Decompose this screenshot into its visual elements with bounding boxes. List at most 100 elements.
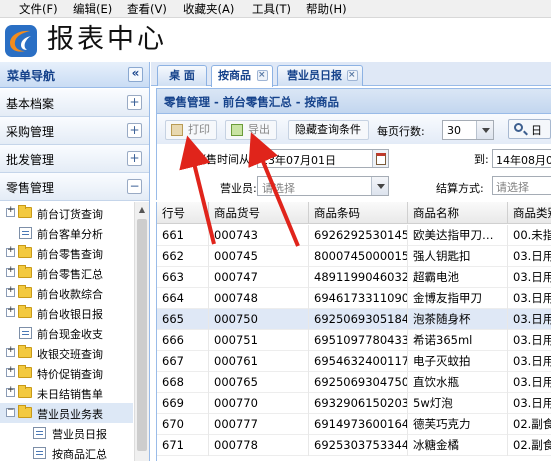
table-row[interactable]: 668 000765 6925069304750 直饮水瓶 03.日用: [157, 372, 551, 393]
scrollbar-thumb[interactable]: [137, 219, 147, 451]
menu-tools[interactable]: 工具(T): [252, 1, 291, 17]
date-from-field[interactable]: 13年07月01日: [257, 149, 389, 168]
table-row[interactable]: 662 000745 8000745000015 强人钥匙扣 03.日用: [157, 246, 551, 267]
tree-item[interactable]: + 前台订货查询: [0, 203, 133, 223]
tree-expand-icon[interactable]: +: [6, 345, 15, 357]
tree-item[interactable]: 营业员日报: [0, 423, 133, 443]
table-cell: 000765: [209, 372, 309, 393]
sidebar-section-purchase[interactable]: 采购管理 +: [0, 117, 149, 145]
table-row[interactable]: 667 000761 6954632400117 电子灭蚊拍 03.日用: [157, 351, 551, 372]
menu-favorites[interactable]: 收藏夹(A): [183, 1, 234, 17]
calendar-icon[interactable]: [372, 150, 388, 167]
sidebar-collapse-button[interactable]: «: [128, 66, 143, 82]
tree-expand-icon[interactable]: +: [6, 205, 15, 217]
table-row[interactable]: 664 000748 6946173311090 金博友指甲刀 03.日用: [157, 288, 551, 309]
date-to-field[interactable]: 14年08月0: [492, 149, 551, 168]
menu-help[interactable]: 帮助(H): [306, 1, 347, 17]
tree-item[interactable]: + 前台收银日报: [0, 303, 133, 323]
tree-item[interactable]: + 特价促销查询: [0, 363, 133, 383]
tree-expand-icon[interactable]: +: [6, 365, 15, 377]
tree-expand-icon[interactable]: +: [6, 245, 15, 257]
tree-item-label: 前台收银日报: [37, 308, 103, 321]
table-row[interactable]: 665 000750 6925069305184 泡茶随身杯 03.日用: [157, 309, 551, 330]
toggle-glyph: +: [7, 365, 15, 375]
folder-icon: [18, 365, 32, 378]
table-cell: 03.日用: [513, 249, 551, 263]
tree-expand-icon[interactable]: +: [6, 385, 15, 397]
tree-item[interactable]: 前台客单分析: [0, 223, 133, 243]
tree-item[interactable]: + 前台零售汇总: [0, 263, 133, 283]
clerk-select[interactable]: 请选择: [257, 176, 389, 196]
tree-expand-icon[interactable]: +: [6, 305, 15, 317]
column-header-row-no[interactable]: 行号: [157, 202, 209, 224]
toggle-glyph: +: [7, 305, 15, 315]
folder-icon: [18, 265, 32, 278]
search-button[interactable]: 日: [508, 119, 551, 139]
tree-expand-icon[interactable]: +: [6, 265, 15, 277]
tab-desktop[interactable]: 桌 面: [157, 65, 207, 86]
column-header-product-name[interactable]: 商品名称: [408, 202, 508, 224]
hide-query-conditions-button[interactable]: 隐藏查询条件: [288, 120, 369, 140]
tab-clerk-daily[interactable]: 营业员日报 ×: [277, 65, 363, 86]
sidebar-header: 菜单导航 «: [0, 62, 149, 88]
tree-item[interactable]: 前台现金收支: [0, 323, 133, 343]
column-header-category[interactable]: 商品类别: [508, 202, 551, 224]
menu-file[interactable]: 文件(F): [19, 1, 58, 17]
table-cell: 03.日用: [513, 270, 551, 284]
table-cell: 6954632400117: [309, 351, 408, 372]
tree-item-label: 前台客单分析: [37, 228, 103, 241]
tab-label: 按商品: [218, 69, 251, 82]
menu-view[interactable]: 查看(V): [127, 1, 167, 17]
tree-scrollbar[interactable]: ▲: [134, 202, 149, 461]
tree-item[interactable]: + 未日结销售单: [0, 383, 133, 403]
table-cell: 强人钥匙扣: [408, 246, 508, 267]
tree-item[interactable]: − 营业员业务表: [0, 403, 133, 423]
expand-plus-icon[interactable]: +: [127, 123, 142, 138]
toggle-glyph: +: [7, 265, 15, 275]
table-cell: 663: [157, 267, 209, 288]
column-header-item-no[interactable]: 商品货号: [209, 202, 309, 224]
chevron-down-icon[interactable]: [371, 177, 388, 195]
sidebar-section-wholesale[interactable]: 批发管理 +: [0, 145, 149, 173]
settlement-select[interactable]: 请选择: [492, 176, 551, 195]
table-cell: 03.日用: [513, 375, 551, 389]
tree-item[interactable]: 按商品汇总: [0, 443, 133, 461]
table-row[interactable]: 670 000777 6914973600164 德芙巧克力 02.副食: [157, 414, 551, 435]
tree-expand-icon[interactable]: +: [6, 285, 15, 297]
expand-plus-icon[interactable]: +: [127, 95, 142, 110]
tab-close-icon[interactable]: ×: [257, 70, 268, 81]
sidebar-section-label: 基本档案: [6, 97, 55, 111]
tree-item[interactable]: + 前台收款综合: [0, 283, 133, 303]
export-button[interactable]: 导出: [225, 120, 277, 140]
table-row[interactable]: 663 000747 4891199046032 超霸电池 03.日用: [157, 267, 551, 288]
tree-item[interactable]: + 前台零售查询: [0, 243, 133, 263]
report-doc-icon: [19, 227, 32, 239]
sidebar-section-basic-files[interactable]: 基本档案 +: [0, 89, 149, 117]
tree-collapse-icon[interactable]: −: [6, 405, 15, 417]
print-button[interactable]: 打印: [165, 120, 217, 140]
menu-edit[interactable]: 编辑(E): [73, 1, 112, 17]
table-cell: 03.日用: [513, 333, 551, 347]
column-header-barcode[interactable]: 商品条码: [309, 202, 408, 224]
expand-plus-icon[interactable]: +: [127, 151, 142, 166]
tree-item[interactable]: + 收银交班查询: [0, 343, 133, 363]
rows-per-page-select[interactable]: 30: [442, 120, 494, 140]
tree-item-label: 前台零售查询: [37, 248, 103, 261]
table-cell: 6932906150203: [309, 393, 408, 414]
chevron-down-icon[interactable]: [476, 121, 493, 139]
tree-item-label: 按商品汇总: [52, 448, 107, 461]
tab-strip: 桌 面 按商品 × 营业员日报 ×: [151, 62, 551, 87]
tab-close-icon[interactable]: ×: [347, 70, 358, 81]
table-row[interactable]: 661 000743 6926292530145 欧美达指甲刀… 00.未指: [157, 225, 551, 246]
table-cell: 667: [157, 351, 209, 372]
table-row[interactable]: 669 000770 6932906150203 5w灯泡 03.日用: [157, 393, 551, 414]
sidebar-section-retail[interactable]: 零售管理 −: [0, 173, 149, 201]
scroll-up-arrow-icon[interactable]: ▲: [135, 202, 149, 217]
tab-by-product[interactable]: 按商品 ×: [211, 65, 273, 87]
collapse-minus-icon[interactable]: −: [127, 179, 142, 194]
panel-header: 零售管理 - 前台零售汇总 - 按商品: [156, 88, 551, 114]
table-cell: 000747: [209, 267, 309, 288]
table-row[interactable]: 671 000778 6925303753344 冰糖金橘 02.副食: [157, 435, 551, 456]
settlement-label: 结算方式:: [436, 182, 484, 195]
table-row[interactable]: 666 000751 6951097780433 希诺365ml 03.日用: [157, 330, 551, 351]
